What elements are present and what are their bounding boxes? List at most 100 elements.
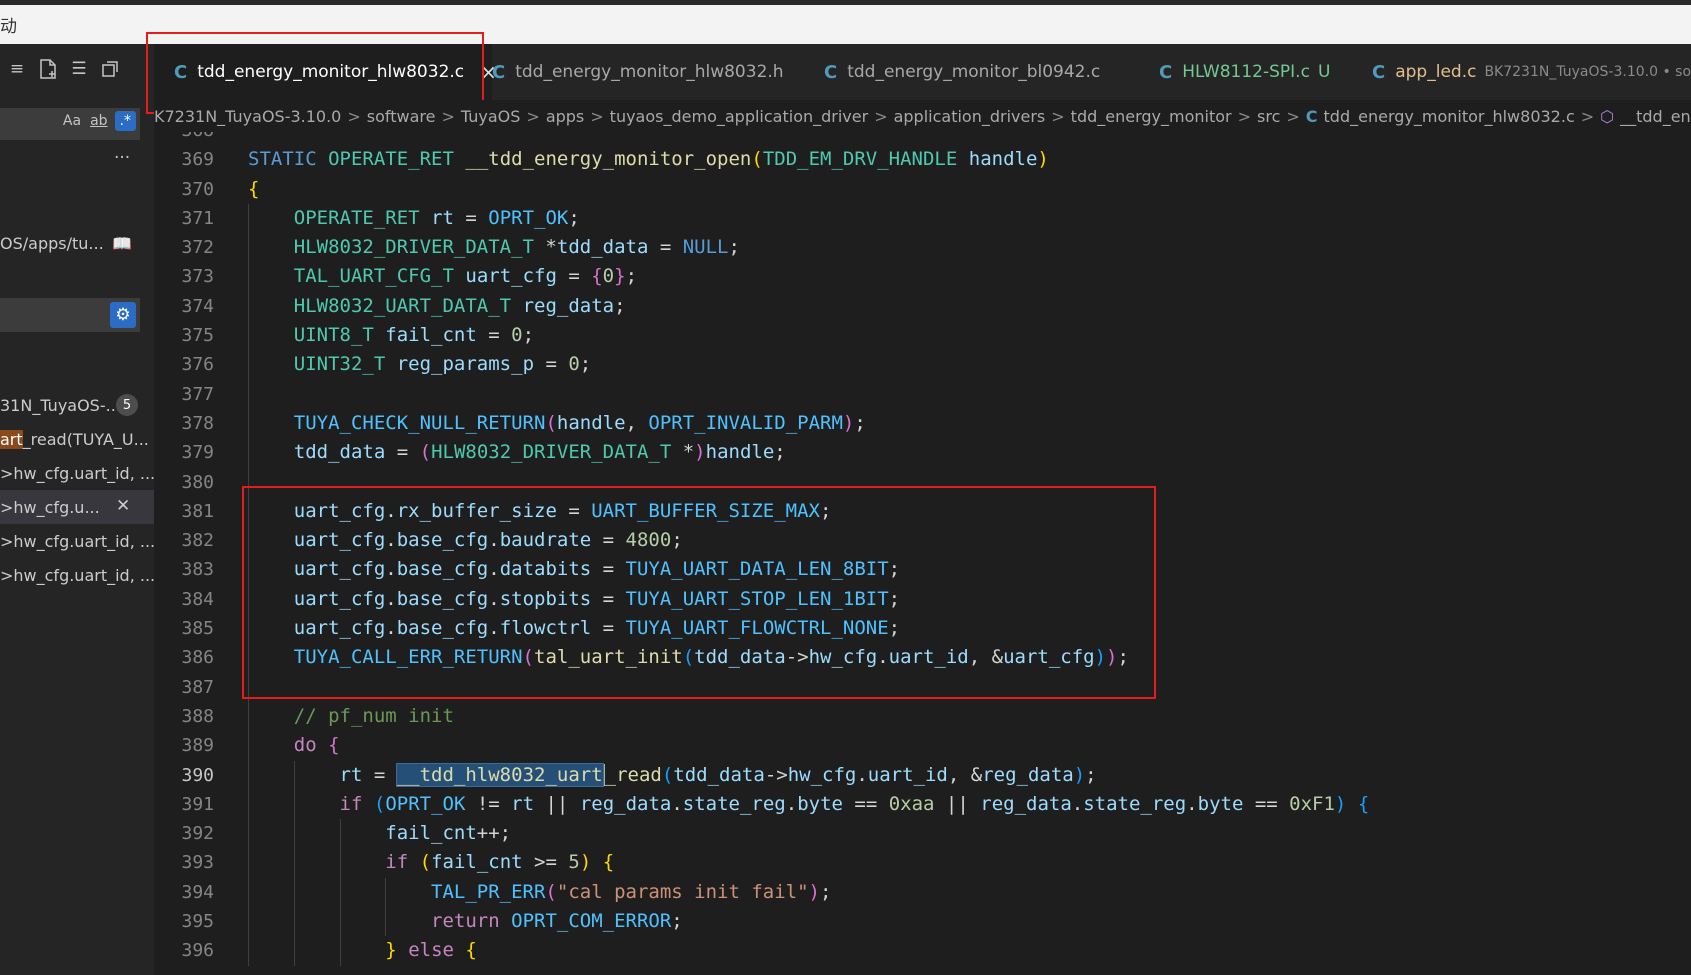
- line-number: 396: [181, 940, 214, 962]
- code-token: fail_cnt: [385, 324, 477, 347]
- code-token: ): [1094, 646, 1107, 669]
- code-token: OPERATE_RET: [293, 206, 420, 229]
- code-token: 5: [568, 851, 580, 874]
- line-number: 385: [181, 618, 214, 640]
- result-match[interactable]: art _read(TUYA_U...: [0, 422, 154, 456]
- code-token: =: [648, 236, 683, 259]
- code-token: ;: [614, 294, 626, 317]
- code-token: .: [385, 617, 397, 640]
- code-text: TUYA_CHECK_NULL_RETURN(handle, OPRT_INVA…: [248, 409, 866, 438]
- code-text: uart_cfg.rx_buffer_size = UART_BUFFER_SI…: [248, 497, 832, 526]
- title-bar-edge: [0, 0, 1691, 5]
- result-match-label: _read(TUYA_U...: [22, 429, 149, 449]
- code-token: ||: [934, 792, 981, 815]
- code-token: .: [488, 617, 500, 640]
- breadcrumb-item[interactable]: application_drivers: [894, 107, 1046, 126]
- dismiss-result-icon[interactable]: ✕: [116, 496, 130, 516]
- tab-bl0942-c[interactable]: C tdd_energy_monitor_bl0942.c: [804, 44, 1134, 100]
- new-file-icon[interactable]: [37, 58, 59, 80]
- breadcrumb-item[interactable]: tdd_energy_monitor: [1071, 107, 1232, 126]
- result-match-label: >hw_cfg.uart_id, ...: [0, 531, 154, 551]
- code-token: (: [419, 851, 432, 874]
- result-match[interactable]: >hw_cfg.uart_id, ...: [0, 524, 154, 558]
- code-token: ==: [842, 792, 889, 815]
- code-text: uart_cfg.base_cfg.baudrate = 4800;: [248, 526, 683, 555]
- code-token: ): [1073, 763, 1086, 786]
- c-file-icon: C: [1159, 61, 1173, 83]
- code-token: .: [671, 792, 683, 815]
- code-token: (: [373, 792, 386, 815]
- code-token: ): [1037, 148, 1049, 171]
- code-text: TAL_PR_ERR("cal params init fail");: [248, 878, 831, 907]
- tab-app-led[interactable]: C app_led.c BK7231N_TuyaOS-3.10.0 • sof: [1352, 44, 1691, 100]
- code-token: uart_cfg: [465, 265, 557, 288]
- match-case-toggle[interactable]: Aa: [61, 112, 83, 130]
- breadcrumb-item[interactable]: TuyaOS: [461, 107, 521, 126]
- breadcrumb-item[interactable]: K7231N_TuyaOS-3.10.0: [154, 107, 341, 126]
- list-icon[interactable]: ☰: [68, 58, 90, 80]
- search-sidebar: ≡ ☰ Aa ab .* ··· OS/apps/tu... 📖 ⚙ 31N_T…: [0, 44, 155, 975]
- search-input[interactable]: Aa ab .*: [0, 108, 140, 140]
- code-text: TAL_UART_CFG_T uart_cfg = {0};: [248, 262, 637, 291]
- code-token: reg_params_p: [396, 353, 535, 376]
- result-file[interactable]: 31N_TuyaOS-... 5: [0, 388, 154, 422]
- line-number: 369: [181, 149, 214, 171]
- tab-hlw8032-h[interactable]: C tdd_energy_monitor_hlw8032.h: [472, 44, 810, 100]
- files-to-exclude[interactable]: ⚙: [0, 298, 140, 332]
- code-token: uart_cfg: [1003, 646, 1095, 669]
- breadcrumb-file[interactable]: tdd_energy_monitor_hlw8032.c: [1324, 107, 1575, 126]
- code-text: if (OPRT_OK != rt || reg_data.state_reg.…: [248, 790, 1370, 819]
- result-match[interactable]: >hw_cfg.uart_id, ...: [0, 558, 154, 592]
- code-editor[interactable]: 368 369 STATIC OPERATE_RET __tdd_energy_mo…: [154, 132, 1691, 975]
- book-icon[interactable]: 📖: [112, 234, 132, 253]
- code-token: 0: [568, 353, 580, 376]
- files-to-include[interactable]: OS/apps/tu... 📖: [0, 230, 140, 260]
- code-token: HLW8032_DRIVER_DATA_T: [431, 441, 672, 464]
- code-token: ,: [625, 411, 649, 434]
- breadcrumb-item[interactable]: apps: [546, 107, 584, 126]
- tab-hlw8112-spi[interactable]: C HLW8112-SPI.c U: [1139, 44, 1359, 100]
- code-token: base_cfg: [396, 529, 489, 552]
- breadcrumb-separator: >: [1580, 106, 1595, 126]
- tab-hlw8032-c[interactable]: C tdd_energy_monitor_hlw8032.c ×: [154, 44, 497, 100]
- code-token: STATIC: [248, 148, 317, 171]
- line-number: 377: [181, 383, 214, 405]
- regex-toggle[interactable]: .*: [114, 111, 136, 131]
- line-number: 386: [181, 647, 214, 669]
- code-token: (: [661, 763, 674, 786]
- code-token: if: [339, 792, 363, 815]
- result-match-selected[interactable]: >hw_cfg.u... ✕: [0, 490, 154, 524]
- result-match[interactable]: >hw_cfg.uart_id, ...: [0, 456, 154, 490]
- code-token: ;: [579, 353, 592, 376]
- code-token: OPRT_COM_ERROR: [511, 910, 672, 933]
- code-token: handle: [556, 411, 626, 434]
- code-token: ++;: [476, 822, 512, 845]
- code-token: {: [465, 939, 477, 962]
- code-text: tdd_data = (HLW8032_DRIVER_DATA_T *)hand…: [248, 438, 786, 467]
- code-token: UINT8_T: [293, 324, 374, 347]
- breadcrumb-symbol[interactable]: __tdd_energ: [1620, 107, 1691, 126]
- collapse-all-icon[interactable]: ≡: [6, 58, 28, 80]
- window-icon[interactable]: [99, 58, 121, 80]
- breadcrumb-item[interactable]: src: [1257, 107, 1280, 126]
- breadcrumb-item[interactable]: tuyaos_demo_application_driver: [610, 107, 869, 126]
- line-number: 387: [181, 676, 214, 698]
- gear-icon[interactable]: ⚙: [110, 302, 136, 328]
- whole-word-toggle[interactable]: ab: [88, 112, 109, 130]
- line-number: 395: [181, 911, 214, 933]
- line-number: 390: [181, 764, 214, 786]
- code-token: byte: [1197, 792, 1244, 815]
- code-token: }: [385, 939, 397, 962]
- more-options-button[interactable]: ···: [114, 148, 130, 168]
- breadcrumb-item[interactable]: software: [367, 107, 436, 126]
- code-token: .: [385, 587, 397, 610]
- code-text: UINT32_T reg_params_p = 0;: [248, 350, 591, 379]
- c-file-icon: C: [1372, 61, 1386, 83]
- code-token: .: [385, 558, 397, 581]
